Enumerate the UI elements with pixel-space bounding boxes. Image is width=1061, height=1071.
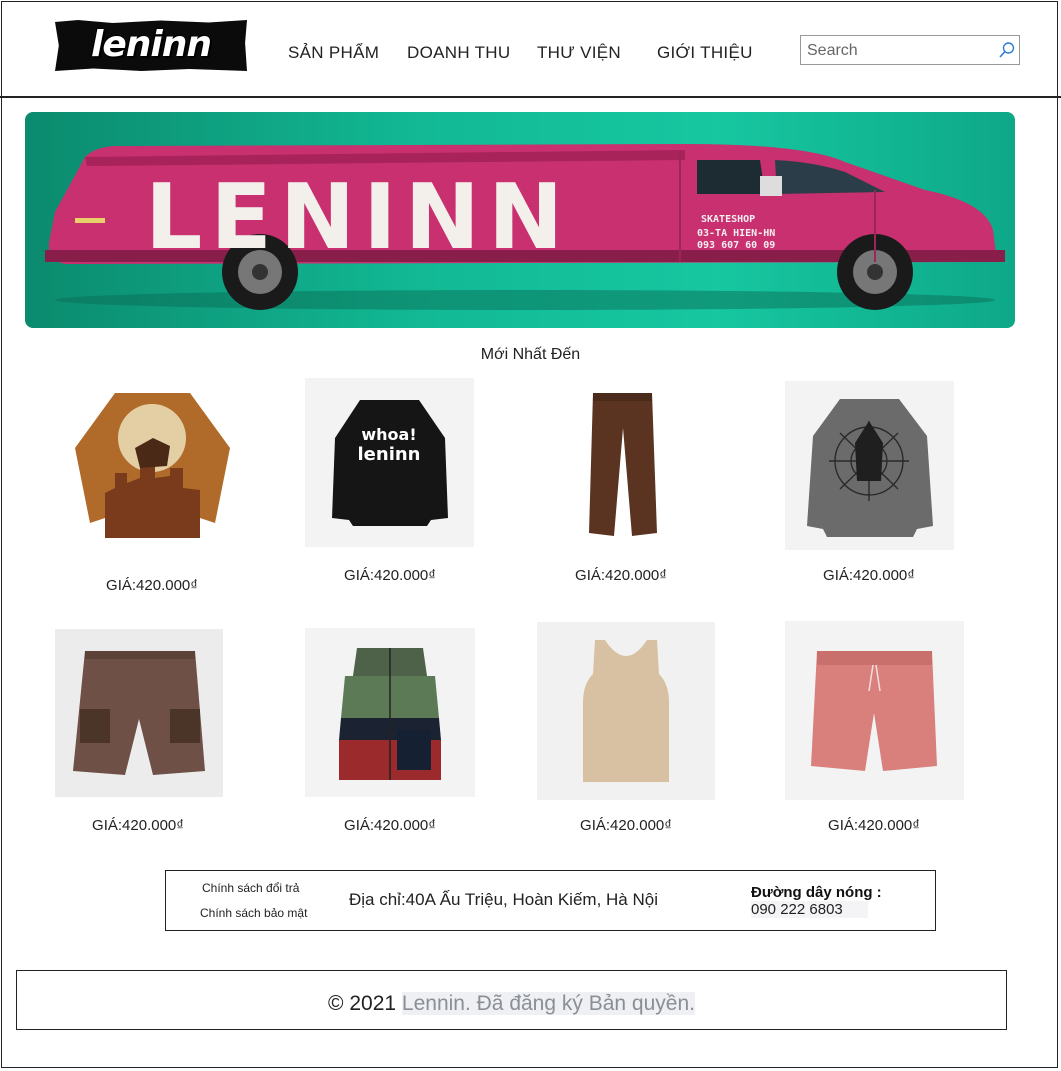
hero-banner[interactable]: LENINN SKATESHOP 03-TA HIEN-HN 093 607 6… <box>25 112 1015 328</box>
pink-shorts-icon <box>785 621 964 800</box>
header: leninn SẢN PHẨM DOANH THU THƯ VIỆN GIỚI … <box>0 0 1061 98</box>
van-text-line3: 093 607 60 09 <box>697 240 775 251</box>
search-icon[interactable] <box>998 41 1016 59</box>
brown-pants-icon <box>589 393 657 536</box>
store-address: Địa chỉ:40A Ấu Triệu, Hoàn Kiếm, Hà Nội <box>349 890 658 909</box>
black-whoa-sweatshirt-icon: whoa! leninn <box>305 378 474 547</box>
product-price: GIÁ:420.000₫ <box>344 817 436 834</box>
hotline-label: Đường dây nóng : <box>751 884 882 901</box>
hotline-number: 090 222 6803 <box>751 901 868 918</box>
search-box <box>800 35 1020 65</box>
beige-tank-top-icon <box>537 622 715 800</box>
nav-gioi-thieu[interactable]: GIỚI THIỆU <box>657 43 753 63</box>
nav-thu-vien[interactable]: THƯ VIỆN <box>537 43 621 63</box>
brand-logo[interactable]: leninn <box>55 20 247 71</box>
cargo-shorts-icon <box>55 629 223 797</box>
copyright-year: © 2021 <box>328 992 397 1015</box>
product-price: GIÁ:420.000₫ <box>106 577 198 594</box>
pink-van-image: LENINN SKATESHOP 03-TA HIEN-HN 093 607 6… <box>45 144 1005 310</box>
copyright-text: Lennin. Đã đăng ký Bản quyền. <box>401 992 695 1015</box>
nav-doanh-thu[interactable]: DOANH THU <box>407 43 510 63</box>
section-title: Mới Nhất Đến <box>480 346 581 363</box>
info-bar: Chính sách đổi trả Chính sách bảo mật Đị… <box>165 870 936 931</box>
banner-brand-text: LENINN <box>145 165 571 270</box>
colorblock-vest-icon <box>305 628 475 797</box>
copyright: © 2021 Lennin. Đã đăng ký Bản quyền. <box>17 992 1006 1016</box>
svg-text:whoa!: whoa! <box>361 425 416 444</box>
privacy-policy-link[interactable]: Chính sách bảo mật <box>200 906 307 920</box>
product-price: GIÁ:420.000₫ <box>580 817 672 834</box>
product-price: GIÁ:420.000₫ <box>828 817 920 834</box>
product-price: GIÁ:420.000₫ <box>575 567 667 584</box>
svg-text:leninn: leninn <box>358 444 421 465</box>
nav-san-pham[interactable]: SẢN PHẨM <box>288 43 379 63</box>
return-policy-link[interactable]: Chính sách đổi trả <box>202 881 299 895</box>
brown-city-sweater-icon <box>75 393 230 538</box>
product-price: GIÁ:420.000₫ <box>823 567 915 584</box>
footer: © 2021 Lennin. Đã đăng ký Bản quyền. <box>16 970 1007 1030</box>
van-text-line1: SKATESHOP <box>701 214 755 225</box>
grey-spider-sweater-icon <box>785 381 954 550</box>
logo-text: leninn <box>91 24 212 65</box>
van-text-line2: 03-TA HIEN-HN <box>697 228 775 239</box>
search-input[interactable] <box>805 39 999 63</box>
product-price: GIÁ:420.000₫ <box>92 817 184 834</box>
product-price: GIÁ:420.000₫ <box>344 567 436 584</box>
